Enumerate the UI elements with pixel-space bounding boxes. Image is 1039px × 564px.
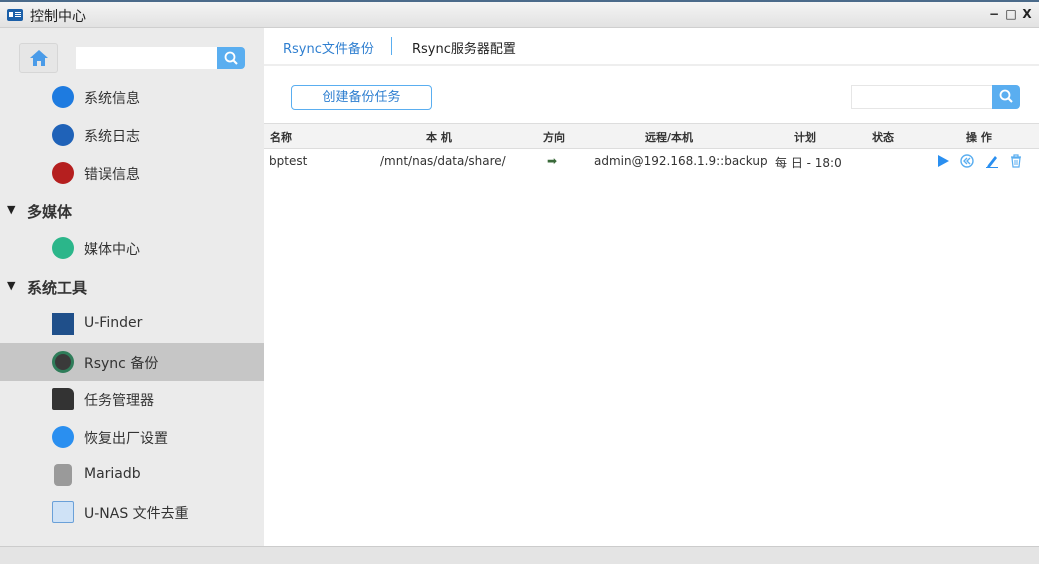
sidebar-item-label: 错误信息 <box>84 167 140 183</box>
sidebar-search-button[interactable] <box>217 47 245 69</box>
sidebar-item-label: U-Finder <box>84 315 143 331</box>
sidebar-item-mariadb[interactable]: Mariadb <box>0 456 264 494</box>
sidebar-item-u-finder[interactable]: U-Finder <box>0 305 264 343</box>
home-button[interactable] <box>19 43 58 73</box>
task-manager-icon <box>52 388 74 410</box>
column-actions: 操 作 <box>966 131 992 144</box>
u-finder-icon <box>52 313 74 335</box>
sidebar-item-label: Rsync 备份 <box>84 356 159 372</box>
sidebar-item-label: 任务管理器 <box>84 393 154 409</box>
task-search-button[interactable] <box>992 85 1020 109</box>
mariadb-icon <box>54 464 72 486</box>
sidebar-item-error-info[interactable]: 错误信息 <box>0 154 264 192</box>
cell-schedule: 每 日 - 18:0 <box>775 156 842 170</box>
cell-name: bptest <box>269 154 308 168</box>
table-header: 名称 本 机 方向 远程/本机 计划 状态 操 作 <box>264 123 1039 149</box>
sidebar-item-label: Mariadb <box>84 466 141 482</box>
arrow-right-icon: ➡ <box>547 154 558 168</box>
sidebar-item-dedup[interactable]: U-NAS 文件去重 <box>0 493 264 531</box>
rsync-icon <box>52 351 74 373</box>
sidebar-item-label: 恢复出厂设置 <box>84 431 168 447</box>
sidebar: 系统信息 系统日志 错误信息 ▼ 多媒体 媒体中心 ▼ 系统工具 U-Finder … <box>0 28 264 546</box>
sidebar-item-label: 系统日志 <box>84 129 140 145</box>
edit-icon[interactable] <box>985 154 999 168</box>
search-icon <box>224 51 238 65</box>
error-info-icon <box>52 162 74 184</box>
sidebar-item-system-info[interactable]: 系统信息 <box>0 78 264 116</box>
task-search-input[interactable] <box>851 85 992 109</box>
section-multimedia[interactable]: ▼ 多媒体 <box>0 192 264 230</box>
table-row[interactable]: bptest /mnt/nas/data/share/ ➡ admin@192.… <box>264 149 1039 173</box>
home-icon <box>30 50 48 66</box>
section-system-tools[interactable]: ▼ 系统工具 <box>0 268 264 306</box>
window-title: 控制中心 <box>30 9 86 25</box>
column-local: 本 机 <box>426 131 452 144</box>
tab-rsync-server-config[interactable]: Rsync服务器配置 <box>412 38 516 57</box>
tab-divider <box>391 37 392 55</box>
sidebar-item-media-center[interactable]: 媒体中心 <box>0 229 264 267</box>
media-center-icon <box>52 237 74 259</box>
sidebar-item-factory-reset[interactable]: 恢复出厂设置 <box>0 418 264 456</box>
column-status: 状态 <box>872 131 894 144</box>
status-bar <box>0 546 1039 564</box>
close-button[interactable]: X <box>1020 7 1034 21</box>
section-label: 系统工具 <box>27 279 88 297</box>
sidebar-item-system-log[interactable]: 系统日志 <box>0 116 264 154</box>
tab-rsync-file-backup[interactable]: Rsync文件备份 <box>283 38 374 57</box>
sidebar-search-input[interactable] <box>76 47 217 69</box>
sidebar-item-label: 系统信息 <box>84 91 140 107</box>
dedup-icon <box>52 501 74 523</box>
cell-remote: admin@192.168.1.9::backup <box>594 154 768 168</box>
play-icon[interactable] <box>936 154 950 168</box>
column-remote: 远程/本机 <box>645 131 694 144</box>
control-center-icon <box>7 9 23 21</box>
restore-icon[interactable] <box>960 154 974 168</box>
sidebar-item-label: 媒体中心 <box>84 242 140 258</box>
delete-icon[interactable] <box>1009 154 1023 168</box>
sidebar-item-task-manager[interactable]: 任务管理器 <box>0 380 264 418</box>
system-log-icon <box>52 124 74 146</box>
collapse-arrow-icon: ▼ <box>7 279 16 292</box>
maximize-button[interactable]: □ <box>1004 7 1018 21</box>
sidebar-item-label: U-NAS 文件去重 <box>84 506 189 522</box>
title-bar: 控制中心 − □ X <box>0 0 1039 28</box>
section-label: 多媒体 <box>27 203 73 221</box>
system-info-icon <box>52 86 74 108</box>
collapse-arrow-icon: ▼ <box>7 203 16 216</box>
create-backup-task-button[interactable]: 创建备份任务 <box>291 85 432 110</box>
column-schedule: 计划 <box>794 131 816 144</box>
search-icon <box>999 89 1013 103</box>
column-direction: 方向 <box>543 131 565 144</box>
sidebar-item-rsync[interactable]: Rsync 备份 <box>0 343 264 381</box>
cell-local: /mnt/nas/data/share/ <box>380 154 506 168</box>
tab-bar: Rsync文件备份 Rsync服务器配置 <box>264 28 1039 66</box>
factory-reset-icon <box>52 426 74 448</box>
main-panel: Rsync文件备份 Rsync服务器配置 创建备份任务 名称 本 机 方向 远程… <box>264 28 1039 546</box>
column-name: 名称 <box>270 131 292 144</box>
minimize-button[interactable]: − <box>987 7 1001 21</box>
